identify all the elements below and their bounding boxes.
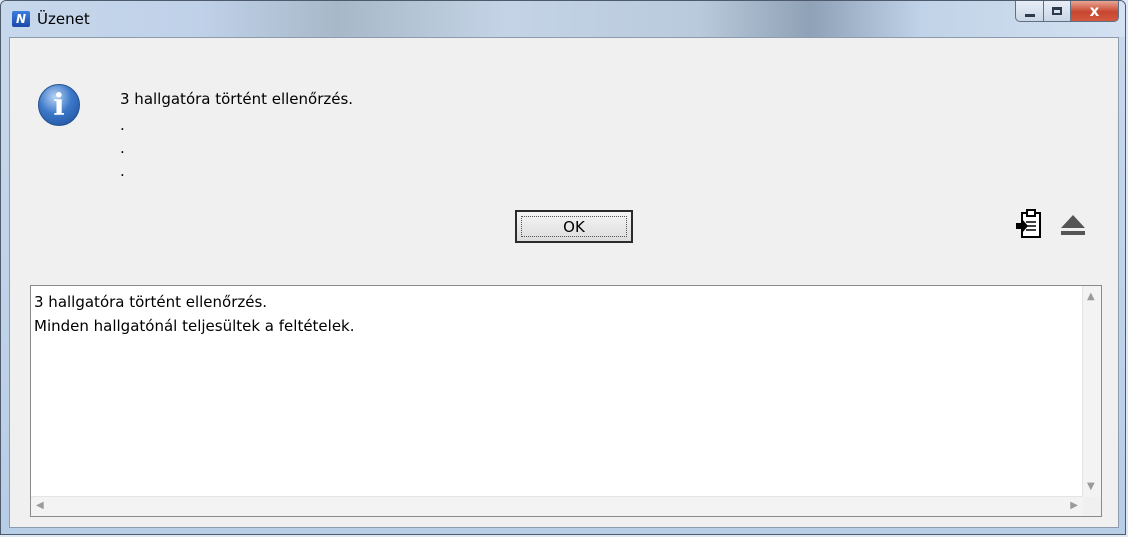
close-icon: x: [1089, 2, 1100, 20]
scroll-right-icon[interactable]: ▶: [1070, 500, 1078, 511]
title-bar[interactable]: N Üzenet x: [1, 1, 1125, 37]
message-dialog: N Üzenet x i 3 hallgatóra történt ellenő…: [0, 0, 1126, 535]
close-button[interactable]: x: [1071, 1, 1119, 22]
minimize-icon: [1024, 13, 1035, 17]
message-dot: .: [120, 162, 125, 180]
details-textbox[interactable]: 3 hallgatóra történt ellenőrzés. Minden …: [30, 285, 1102, 517]
message-text: 3 hallgatóra történt ellenőrzés.: [120, 90, 354, 108]
caption-buttons: x: [1015, 1, 1119, 23]
details-line: Minden hallgatónál teljesültek a feltéte…: [34, 317, 355, 335]
dialog-body: i 3 hallgatóra történt ellenőrzés. . . .…: [9, 37, 1119, 528]
scroll-down-icon[interactable]: ▼: [1087, 481, 1095, 492]
vertical-scrollbar[interactable]: ▲ ▼: [1082, 286, 1101, 497]
message-dot: .: [120, 116, 125, 134]
details-line: 3 hallgatóra történt ellenőrzés.: [34, 293, 268, 311]
clipboard-icon[interactable]: [1016, 208, 1044, 240]
focus-rect: [521, 216, 627, 237]
eject-icon[interactable]: [1060, 213, 1086, 237]
app-logo-icon: N: [12, 11, 30, 27]
maximize-button[interactable]: [1044, 1, 1071, 22]
scroll-left-icon[interactable]: ◀: [36, 500, 44, 511]
ok-button[interactable]: OK: [515, 210, 633, 243]
window-title: Üzenet: [37, 10, 90, 28]
horizontal-scrollbar[interactable]: ◀ ▶: [31, 496, 1083, 516]
scroll-up-icon[interactable]: ▲: [1087, 291, 1095, 302]
minimize-button[interactable]: [1015, 1, 1044, 22]
scrollbar-corner: [1083, 497, 1101, 516]
message-dot: .: [120, 139, 125, 157]
maximize-icon: [1052, 7, 1062, 15]
details-text: 3 hallgatóra történt ellenőrzés. Minden …: [34, 290, 355, 338]
info-icon: i: [38, 84, 80, 126]
